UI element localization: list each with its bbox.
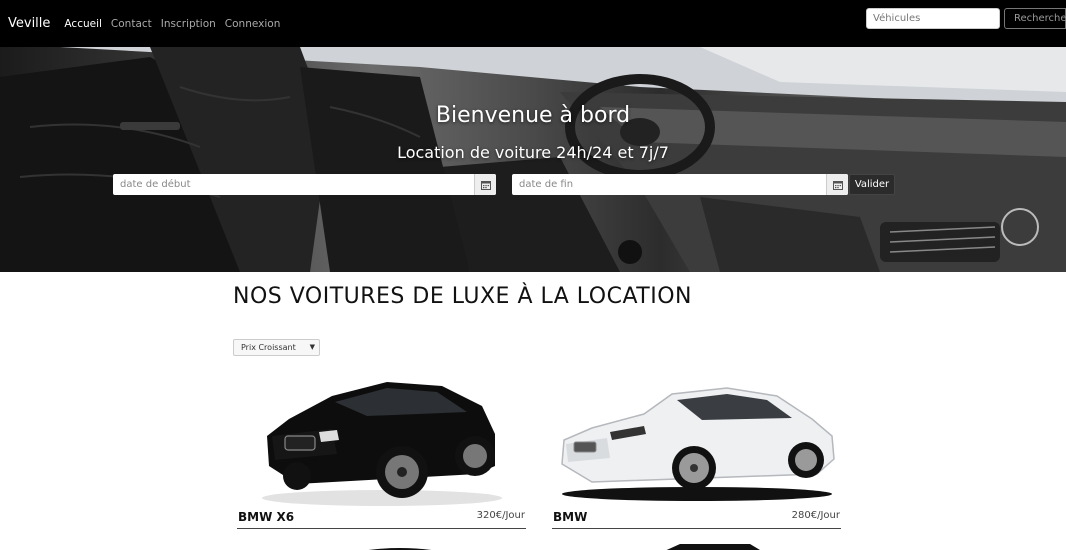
sort-selected-value: Prix Croissant: [241, 343, 296, 352]
nav-link-inscription[interactable]: Inscription: [161, 18, 216, 30]
car-card-partial[interactable]: [640, 538, 929, 550]
hero-title: Bienvenue à bord: [435, 103, 631, 128]
top-navbar: Veville Accueil Contact Inscription Conn…: [0, 0, 1066, 47]
car-name[interactable]: BMW X6: [238, 510, 294, 524]
calendar-icon[interactable]: [826, 174, 848, 195]
car-name[interactable]: BMW: [553, 510, 587, 524]
hero-banner: Bienvenue à bord Location de voiture 24h…: [0, 47, 1066, 272]
car-card[interactable]: BMW 280€/Jour: [552, 374, 841, 530]
search-form: Recherche: [866, 8, 1066, 29]
card-divider: [237, 528, 526, 529]
car-price: 320€/Jour: [476, 510, 525, 521]
hero-subtitle: Location de voiture 24h/24 et 7j/7: [397, 143, 669, 162]
car-image-partial: [666, 544, 760, 550]
nav-link-connexion[interactable]: Connexion: [225, 18, 281, 30]
car-price: 280€/Jour: [791, 510, 840, 521]
calendar-icon[interactable]: [474, 174, 496, 195]
search-input[interactable]: [866, 8, 1000, 29]
start-date-input[interactable]: [113, 175, 474, 194]
nav-link-accueil[interactable]: Accueil: [64, 18, 102, 30]
search-button[interactable]: Recherche: [1004, 8, 1066, 29]
end-date-input[interactable]: [512, 175, 826, 194]
car-card-partial[interactable]: [330, 538, 619, 550]
end-date-field: [512, 174, 848, 195]
brand-logo[interactable]: Veville: [8, 16, 50, 31]
card-divider: [552, 528, 841, 529]
nav-link-contact[interactable]: Contact: [111, 18, 152, 30]
dropdown-arrow-icon: ▼: [309, 343, 315, 351]
car-image-bmw[interactable]: [552, 374, 841, 508]
car-image-partial: [368, 548, 432, 550]
car-image-bmw-x6[interactable]: [237, 374, 526, 508]
start-date-field: [113, 174, 496, 195]
sort-select[interactable]: Prix Croissant ▼: [233, 339, 320, 356]
submit-dates-button[interactable]: Valider: [849, 174, 895, 195]
catalog-heading: NOS VOITURES DE LUXE À LA LOCATION: [233, 284, 692, 309]
car-card[interactable]: BMW X6 320€/Jour: [237, 374, 526, 530]
